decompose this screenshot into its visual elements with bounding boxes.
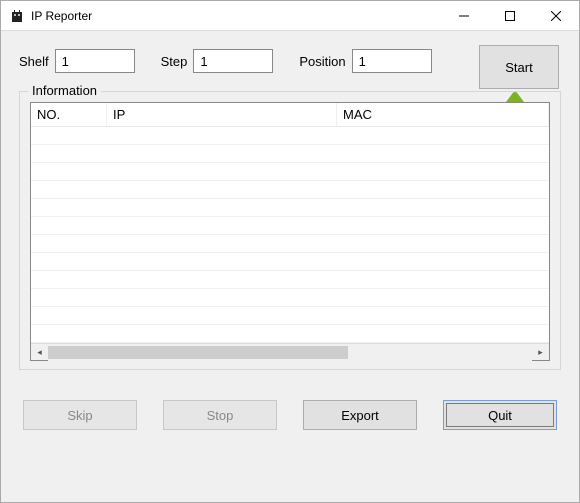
data-grid[interactable]: NO. IP MAC bbox=[30, 102, 550, 361]
table-row bbox=[31, 235, 549, 253]
table-row bbox=[31, 253, 549, 271]
table-row bbox=[31, 307, 549, 325]
table-row bbox=[31, 217, 549, 235]
table-row bbox=[31, 163, 549, 181]
window-title: IP Reporter bbox=[31, 9, 92, 23]
grid-header: NO. IP MAC bbox=[31, 103, 549, 127]
table-row bbox=[31, 325, 549, 343]
minimize-button[interactable] bbox=[441, 1, 487, 31]
stop-button[interactable]: Stop bbox=[163, 400, 277, 430]
table-row bbox=[31, 271, 549, 289]
stop-button-label: Stop bbox=[207, 408, 234, 423]
quit-button[interactable]: Quit bbox=[443, 400, 557, 430]
app-window: IP Reporter Shelf Step Position Start bbox=[0, 0, 580, 503]
table-row bbox=[31, 127, 549, 145]
position-label: Position bbox=[299, 54, 345, 69]
position-input[interactable] bbox=[352, 49, 432, 73]
scroll-track[interactable] bbox=[48, 344, 532, 361]
scroll-right-icon[interactable]: ▸ bbox=[532, 344, 549, 361]
scroll-left-icon[interactable]: ◂ bbox=[31, 344, 48, 361]
step-label: Step bbox=[161, 54, 188, 69]
step-input[interactable] bbox=[193, 49, 273, 73]
table-row bbox=[31, 199, 549, 217]
quit-button-label: Quit bbox=[488, 408, 512, 423]
information-legend: Information bbox=[28, 83, 101, 98]
col-header-no[interactable]: NO. bbox=[31, 103, 107, 127]
start-button-label: Start bbox=[505, 60, 532, 75]
col-header-mac[interactable]: MAC bbox=[337, 103, 549, 127]
table-row bbox=[31, 289, 549, 307]
export-button-label: Export bbox=[341, 408, 379, 423]
app-icon bbox=[9, 8, 25, 24]
scroll-thumb[interactable] bbox=[48, 346, 348, 359]
skip-button-label: Skip bbox=[67, 408, 92, 423]
grid-body bbox=[31, 127, 549, 343]
button-row: Skip Stop Export Quit bbox=[19, 400, 561, 430]
col-header-ip[interactable]: IP bbox=[107, 103, 337, 127]
export-button[interactable]: Export bbox=[303, 400, 417, 430]
client-area: Shelf Step Position Start Information bbox=[1, 31, 579, 502]
titlebar: IP Reporter bbox=[1, 1, 579, 31]
information-group: Information NO. IP MAC bbox=[19, 91, 561, 370]
maximize-button[interactable] bbox=[487, 1, 533, 31]
close-button[interactable] bbox=[533, 1, 579, 31]
shelf-label: Shelf bbox=[19, 54, 49, 69]
horizontal-scrollbar[interactable]: ◂ ▸ bbox=[31, 343, 549, 360]
table-row bbox=[31, 181, 549, 199]
start-button[interactable]: Start bbox=[479, 45, 559, 89]
shelf-input[interactable] bbox=[55, 49, 135, 73]
skip-button[interactable]: Skip bbox=[23, 400, 137, 430]
table-row bbox=[31, 145, 549, 163]
